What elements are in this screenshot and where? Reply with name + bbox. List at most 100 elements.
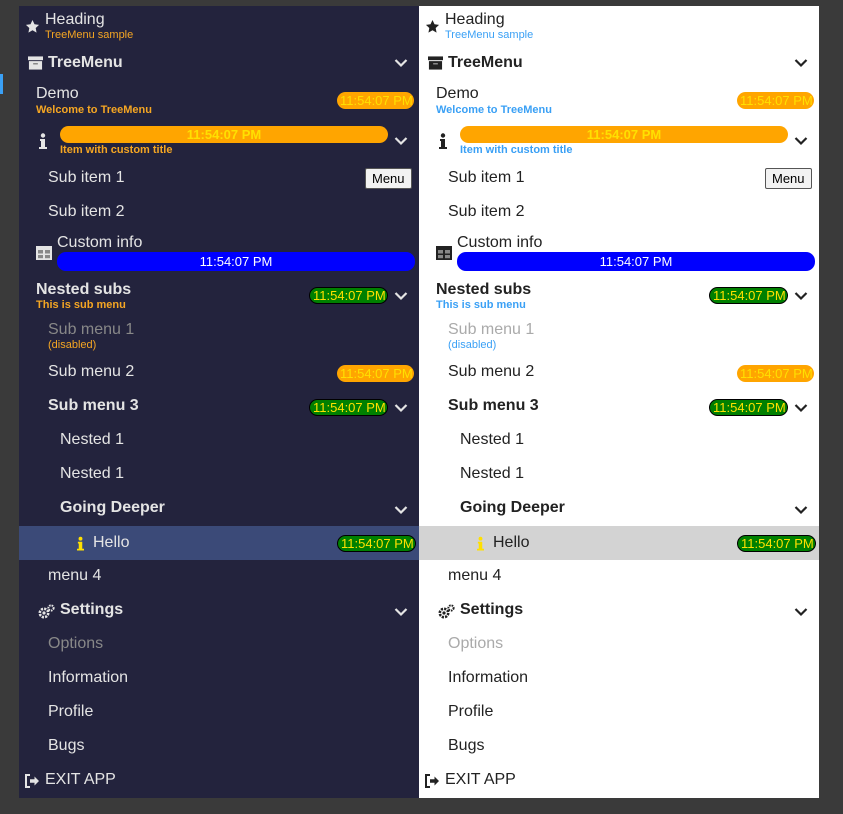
settings-item-information[interactable]: Information xyxy=(419,664,819,696)
going-deeper-group[interactable]: Going Deeper xyxy=(19,494,419,526)
custom-info-item[interactable]: Custom info 11:54:07 PM xyxy=(19,232,419,274)
info-icon xyxy=(76,535,84,551)
sub-menu-2-label: Sub menu 2 xyxy=(48,363,135,380)
settings-item-bugs[interactable]: Bugs xyxy=(419,732,819,764)
sub-menu-2[interactable]: Sub menu 2 11:54:07 PM xyxy=(419,358,819,390)
chevron-down-icon[interactable] xyxy=(794,58,808,68)
sub-menu-3-group[interactable]: Sub menu 3 11:54:07 PM xyxy=(19,392,419,424)
nested-1-label: Nested 1 xyxy=(60,431,125,448)
chevron-down-icon[interactable] xyxy=(394,505,408,515)
chevron-down-icon[interactable] xyxy=(794,136,808,146)
sub-item-1[interactable]: Sub item 1 Menu xyxy=(19,162,419,194)
settings-item-information[interactable]: Information xyxy=(19,664,419,696)
profile-label: Profile xyxy=(448,703,494,720)
menu-4-item[interactable]: menu 4 xyxy=(19,562,419,594)
nested-1-item[interactable]: Nested 1 xyxy=(419,460,819,492)
side-accent-marker xyxy=(0,74,3,94)
sub-item-1-label: Sub item 1 xyxy=(448,169,525,186)
exit-app-item[interactable]: EXIT APP xyxy=(19,766,419,798)
demo-label: Demo xyxy=(36,85,79,102)
treemenu-group[interactable]: TreeMenu xyxy=(19,48,419,76)
information-label: Information xyxy=(48,669,129,686)
sub-menu-3-group[interactable]: Sub menu 3 11:54:07 PM xyxy=(419,392,819,424)
archive-icon xyxy=(27,55,43,71)
star-icon xyxy=(424,18,440,34)
menu-4-label: menu 4 xyxy=(448,567,502,584)
heading-subtitle: TreeMenu sample xyxy=(445,29,534,41)
chevron-down-icon[interactable] xyxy=(394,58,408,68)
menu-heading: Heading TreeMenu sample xyxy=(19,6,419,44)
settings-label: Settings xyxy=(460,601,524,618)
going-deeper-group[interactable]: Going Deeper xyxy=(419,494,819,526)
chevron-down-icon[interactable] xyxy=(794,607,808,617)
nested-1-item[interactable]: Nested 1 xyxy=(19,460,419,492)
menu-4-item[interactable]: menu 4 xyxy=(419,562,819,594)
nested-1-label: Nested 1 xyxy=(460,431,525,448)
sub-menu-2-label: Sub menu 2 xyxy=(448,363,535,380)
heading-subtitle: TreeMenu sample xyxy=(45,29,134,41)
menu-button[interactable]: Menu xyxy=(765,168,812,189)
sub-item-2[interactable]: Sub item 2 xyxy=(419,196,819,228)
demo-time-badge: 11:54:07 PM xyxy=(337,92,414,109)
exit-app-label: EXIT APP xyxy=(445,771,516,788)
nested-subs-time-badge: 11:54:07 PM xyxy=(309,287,388,304)
custom-info-time-badge: 11:54:07 PM xyxy=(57,252,415,271)
treemenu-group[interactable]: TreeMenu xyxy=(419,48,819,76)
info-icon xyxy=(476,535,484,551)
nested-1-item[interactable]: Nested 1 xyxy=(419,426,819,458)
chevron-down-icon[interactable] xyxy=(794,291,808,301)
settings-group[interactable]: Settings xyxy=(19,596,419,628)
options-label: Options xyxy=(448,635,504,652)
custom-info-label: Custom info xyxy=(57,234,143,251)
nested-1-item[interactable]: Nested 1 xyxy=(19,426,419,458)
custom-info-item[interactable]: Custom info 11:54:07 PM xyxy=(419,232,819,274)
chevron-down-icon[interactable] xyxy=(794,505,808,515)
hello-item-selected[interactable]: Hello 11:54:07 PM xyxy=(19,526,419,560)
exit-app-item[interactable]: EXIT APP xyxy=(419,766,819,798)
demo-label: Demo xyxy=(436,85,479,102)
settings-item-profile[interactable]: Profile xyxy=(419,698,819,730)
sub-menu-1-label: Sub menu 1 xyxy=(448,321,535,338)
tree-menu-light: Heading TreeMenu sample TreeMenu Demo We… xyxy=(419,6,819,798)
chevron-down-icon[interactable] xyxy=(394,403,408,413)
nested-subs-label: Nested subs xyxy=(36,281,132,298)
information-label: Information xyxy=(448,669,529,686)
chevron-down-icon[interactable] xyxy=(394,291,408,301)
sub-menu-1: Sub menu 1 (disabled) xyxy=(19,318,419,354)
exit-app-label: EXIT APP xyxy=(45,771,116,788)
treemenu-label: TreeMenu xyxy=(448,54,523,71)
sub-item-2[interactable]: Sub item 2 xyxy=(19,196,419,228)
options-label: Options xyxy=(48,635,104,652)
tree-menu-dark: Heading TreeMenu sample TreeMenu Demo We… xyxy=(19,6,419,798)
hello-time-badge: 11:54:07 PM xyxy=(337,535,416,552)
star-icon xyxy=(24,18,40,34)
sub-menu-3-time-badge: 11:54:07 PM xyxy=(709,399,788,416)
demo-item[interactable]: Demo Welcome to TreeMenu 11:54:07 PM xyxy=(19,84,419,120)
sub-menu-1: Sub menu 1 (disabled) xyxy=(419,318,819,354)
hello-item-selected[interactable]: Hello 11:54:07 PM xyxy=(419,526,819,560)
chevron-down-icon[interactable] xyxy=(794,403,808,413)
demo-item[interactable]: Demo Welcome to TreeMenu 11:54:07 PM xyxy=(419,84,819,120)
profile-label: Profile xyxy=(48,703,94,720)
gears-icon xyxy=(438,604,455,619)
menu-button[interactable]: Menu xyxy=(365,168,412,189)
sub-menu-2-time-badge: 11:54:07 PM xyxy=(337,365,414,382)
sub-item-1[interactable]: Sub item 1 Menu xyxy=(419,162,819,194)
nested-subs-group[interactable]: Nested subs This is sub menu 11:54:07 PM xyxy=(419,278,819,314)
chevron-down-icon[interactable] xyxy=(394,607,408,617)
settings-group[interactable]: Settings xyxy=(419,596,819,628)
custom-title-item[interactable]: 11:54:07 PM Item with custom title xyxy=(419,122,819,158)
nested-subs-group[interactable]: Nested subs This is sub menu 11:54:07 PM xyxy=(19,278,419,314)
sub-menu-3-label: Sub menu 3 xyxy=(48,397,139,414)
sub-menu-2[interactable]: Sub menu 2 11:54:07 PM xyxy=(19,358,419,390)
chevron-down-icon[interactable] xyxy=(394,136,408,146)
sub-item-2-label: Sub item 2 xyxy=(448,203,525,220)
settings-item-bugs[interactable]: Bugs xyxy=(19,732,419,764)
demo-subtitle: Welcome to TreeMenu xyxy=(436,104,552,116)
table-icon xyxy=(36,246,52,260)
settings-item-profile[interactable]: Profile xyxy=(19,698,419,730)
sub-menu-1-subtitle: (disabled) xyxy=(48,339,97,351)
archive-icon xyxy=(427,55,443,71)
custom-title-item[interactable]: 11:54:07 PM Item with custom title xyxy=(19,122,419,158)
custom-info-label: Custom info xyxy=(457,234,543,251)
